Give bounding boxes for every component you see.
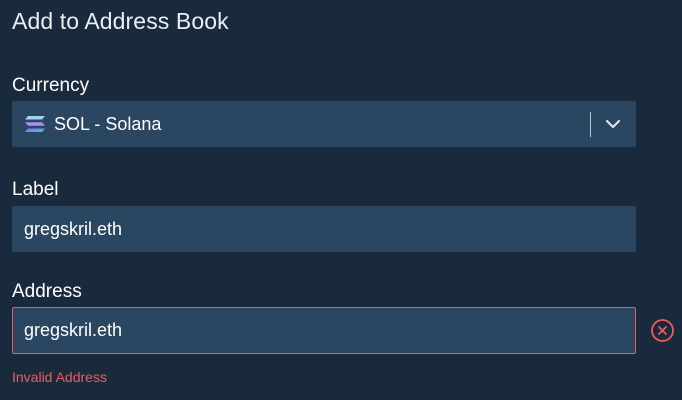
add-address-dialog: Add to Address Book Currency SOL - Solan… [0, 0, 682, 400]
dialog-title: Add to Address Book [12, 8, 229, 34]
select-divider [590, 112, 591, 137]
address-input-wrapper [12, 307, 636, 354]
address-input[interactable] [24, 320, 635, 341]
label-input[interactable] [24, 218, 636, 240]
currency-select[interactable]: SOL - Solana [12, 101, 636, 147]
clear-circle-x-icon[interactable] [650, 318, 675, 343]
currency-label: Currency [12, 75, 90, 96]
solana-logo-icon [25, 116, 45, 132]
currency-selected-value: SOL - Solana [54, 113, 162, 134]
address-error-message: Invalid Address [12, 369, 107, 385]
label-input-wrapper [12, 206, 636, 252]
label-field-label: Label [12, 179, 59, 200]
address-field-label: Address [12, 281, 82, 302]
chevron-down-icon[interactable] [602, 113, 624, 135]
